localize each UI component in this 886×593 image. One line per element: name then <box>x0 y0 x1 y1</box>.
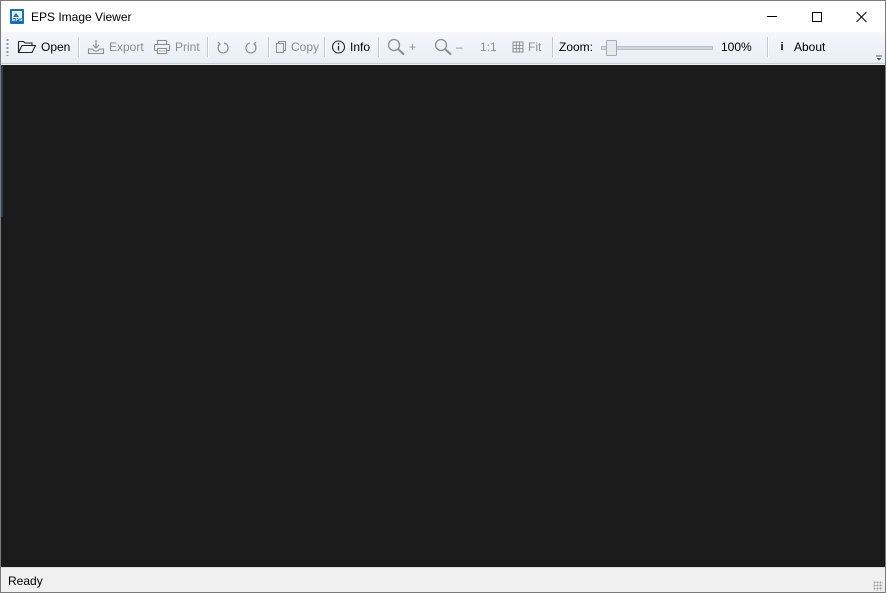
toolbar-separator <box>324 37 326 57</box>
toolbar-separator <box>268 37 270 57</box>
toolbar-separator <box>552 37 554 57</box>
about-info-icon: i <box>780 41 784 53</box>
fit-label: Fit <box>528 40 542 54</box>
folder-open-icon <box>17 39 37 55</box>
print-button[interactable]: Print <box>153 37 200 57</box>
zoom-slider-thumb[interactable] <box>606 40 617 56</box>
zoom-label-text: Zoom: <box>559 40 594 54</box>
export-icon <box>87 39 105 55</box>
toolbar-separator <box>767 37 769 57</box>
fit-grid-icon <box>512 41 524 53</box>
copy-icon <box>275 39 287 55</box>
info-button[interactable]: Info <box>331 37 370 57</box>
export-button[interactable]: Export <box>87 37 144 57</box>
canvas-edge-highlight <box>1 65 3 217</box>
zoom-out-button[interactable]: – <box>434 37 463 57</box>
export-label: Export <box>109 40 144 54</box>
info-label: Info <box>350 40 371 54</box>
about-label: About <box>794 40 826 54</box>
app-icon-text: EPS <box>12 17 23 23</box>
minimize-button[interactable] <box>749 1 795 32</box>
maximize-icon <box>812 11 822 22</box>
close-icon <box>856 11 868 23</box>
toolbar-grip[interactable] <box>6 38 9 56</box>
printer-icon <box>153 39 171 55</box>
zoom-value: 100% <box>721 37 752 57</box>
zoom-slider[interactable] <box>601 39 713 56</box>
print-label: Print <box>175 40 200 54</box>
zoom-value-text: 100% <box>721 40 752 54</box>
about-button[interactable]: i About <box>778 37 825 57</box>
toolbar-separator <box>78 37 80 57</box>
title-bar[interactable]: EPS EPS Image Viewer <box>1 1 885 32</box>
rotate-right-icon <box>244 39 258 55</box>
resize-grip-icon[interactable] <box>873 581 883 591</box>
app-window: EPS EPS Image Viewer Open Export Print C… <box>0 0 886 593</box>
rotate-left-icon <box>216 39 230 55</box>
window-title: EPS Image Viewer <box>31 10 132 24</box>
zoom-slider-track[interactable] <box>601 46 713 50</box>
fit-button[interactable]: Fit <box>512 37 541 57</box>
toolbar-separator <box>207 37 209 57</box>
copy-button[interactable]: Copy <box>275 37 319 57</box>
actual-size-label: 1:1 <box>480 40 497 54</box>
close-button[interactable] <box>839 1 885 32</box>
maximize-button[interactable] <box>794 1 840 32</box>
toolbar: Open Export Print Copy Info + – 1:1 Fit … <box>1 32 885 64</box>
zoom-out-label: – <box>456 40 463 54</box>
status-bar: Ready <box>1 567 885 592</box>
minimize-icon <box>767 16 777 17</box>
toolbar-overflow-icon[interactable] <box>876 55 882 61</box>
toolbar-separator <box>378 37 380 57</box>
status-text: Ready <box>8 574 43 588</box>
app-icon: EPS <box>10 9 24 24</box>
open-label: Open <box>41 40 71 54</box>
rotate-right-button[interactable] <box>244 37 258 57</box>
zoom-in-label: + <box>409 40 417 54</box>
copy-label: Copy <box>291 40 320 54</box>
info-icon <box>331 39 346 55</box>
zoom-in-button[interactable]: + <box>387 37 416 57</box>
actual-size-button[interactable]: 1:1 <box>480 37 497 57</box>
zoom-in-icon <box>387 38 407 56</box>
open-button[interactable]: Open <box>17 37 70 57</box>
zoom-out-icon <box>434 38 454 56</box>
image-canvas[interactable] <box>1 65 885 567</box>
zoom-label: Zoom: <box>559 37 593 57</box>
rotate-left-button[interactable] <box>216 37 230 57</box>
